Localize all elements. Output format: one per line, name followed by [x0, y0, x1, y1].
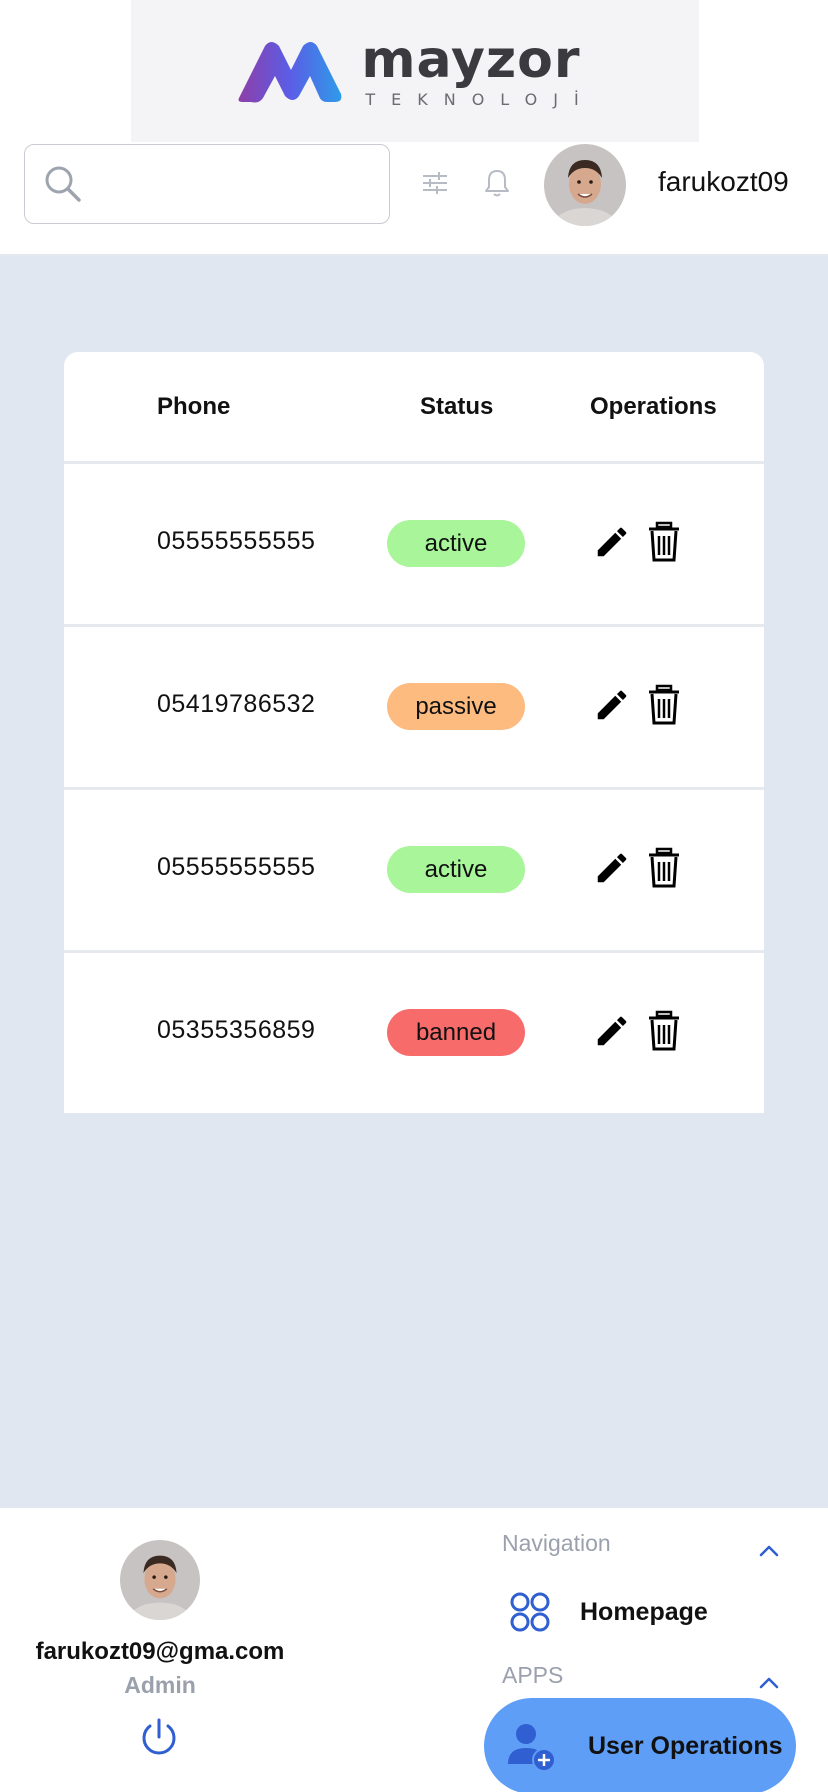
column-header-status[interactable]: Status	[420, 393, 493, 421]
brand-logo: mayzor TEKNOLOJİ	[235, 34, 594, 108]
logo-banner: mayzor TEKNOLOJİ	[131, 0, 699, 142]
logout-button[interactable]	[138, 1716, 180, 1758]
nav-item-homepage[interactable]: Homepage	[508, 1590, 708, 1634]
search-box[interactable]	[24, 144, 390, 224]
trash-icon	[649, 1010, 679, 1051]
nav-section-navigation: Navigation	[502, 1530, 611, 1556]
nav-section-apps: APPS	[502, 1662, 564, 1688]
power-icon	[142, 1718, 176, 1755]
trash-icon	[649, 684, 679, 725]
edit-button[interactable]	[592, 683, 632, 727]
nav-item-homepage-label: Homepage	[580, 1597, 708, 1626]
delete-button[interactable]	[644, 520, 684, 564]
brand-subtitle: TEKNOLOJİ	[365, 90, 595, 109]
edit-button[interactable]	[592, 846, 632, 890]
table-row: 05355356859 banned	[64, 953, 764, 1113]
user-avatar-icon	[120, 1540, 200, 1620]
row-operations	[592, 1009, 684, 1053]
profile-email: farukozt09@gma.com	[35, 1638, 285, 1665]
collapse-apps-button[interactable]	[754, 1668, 784, 1698]
nav-item-user-operations[interactable]: User Operations	[484, 1698, 796, 1792]
row-operations	[592, 683, 684, 727]
bottom-panel: farukozt09@gma.com Admin Navigation Home…	[0, 1508, 828, 1792]
pencil-icon	[597, 853, 627, 883]
row-operations	[592, 520, 684, 564]
search-icon	[45, 166, 81, 202]
trash-icon	[649, 521, 679, 562]
notifications-button[interactable]	[478, 164, 516, 202]
profile-role: Admin	[124, 1672, 196, 1698]
trash-icon	[649, 847, 679, 888]
nav-item-user-operations-label: User Operations	[588, 1731, 783, 1760]
phone-cell: 05555555555	[157, 853, 316, 881]
chevron-up-icon	[759, 1677, 779, 1689]
brand-name: mayzor	[361, 30, 581, 90]
grid-circles-icon	[510, 1592, 550, 1632]
bell-icon	[485, 170, 509, 197]
status-badge: active	[387, 520, 525, 567]
column-header-phone[interactable]: Phone	[157, 393, 230, 421]
username-label[interactable]: farukozt09	[658, 166, 789, 198]
table-header: Phone Status Operations	[64, 352, 764, 464]
edit-button[interactable]	[592, 1009, 632, 1053]
row-operations	[592, 846, 684, 890]
table-row: 05555555555 active	[64, 790, 764, 953]
user-add-icon	[508, 1724, 556, 1772]
delete-button[interactable]	[644, 846, 684, 890]
brand-logo-mark-icon	[238, 42, 342, 103]
main-content: Phone Status Operations 05555555555 acti…	[0, 256, 828, 1508]
avatar[interactable]	[120, 1540, 200, 1620]
pencil-icon	[597, 1016, 627, 1046]
search-input[interactable]	[99, 171, 359, 197]
status-badge: banned	[387, 1009, 525, 1056]
delete-button[interactable]	[644, 1009, 684, 1053]
delete-button[interactable]	[644, 683, 684, 727]
chevron-up-icon	[759, 1545, 779, 1557]
phone-cell: 05355356859	[157, 1016, 316, 1044]
filter-button[interactable]	[416, 164, 454, 202]
table-row: 05419786532 passive	[64, 627, 764, 790]
phone-cell: 05419786532	[157, 690, 316, 718]
pencil-icon	[597, 690, 627, 720]
side-navigation: Navigation Homepage APPS User Operations	[484, 1508, 828, 1792]
avatar[interactable]	[544, 144, 626, 226]
top-bar: farukozt09	[0, 142, 828, 256]
pencil-icon	[597, 527, 627, 557]
column-header-operations: Operations	[590, 392, 717, 420]
phone-cell: 05555555555	[157, 527, 316, 555]
users-table: Phone Status Operations 05555555555 acti…	[64, 352, 764, 1113]
edit-button[interactable]	[592, 520, 632, 564]
status-badge: active	[387, 846, 525, 893]
status-badge: passive	[387, 683, 525, 730]
profile-section: farukozt09@gma.com Admin	[0, 1508, 320, 1792]
user-avatar-icon	[544, 144, 626, 226]
collapse-navigation-button[interactable]	[754, 1536, 784, 1566]
sliders-icon	[423, 172, 447, 194]
table-row: 05555555555 active	[64, 464, 764, 627]
